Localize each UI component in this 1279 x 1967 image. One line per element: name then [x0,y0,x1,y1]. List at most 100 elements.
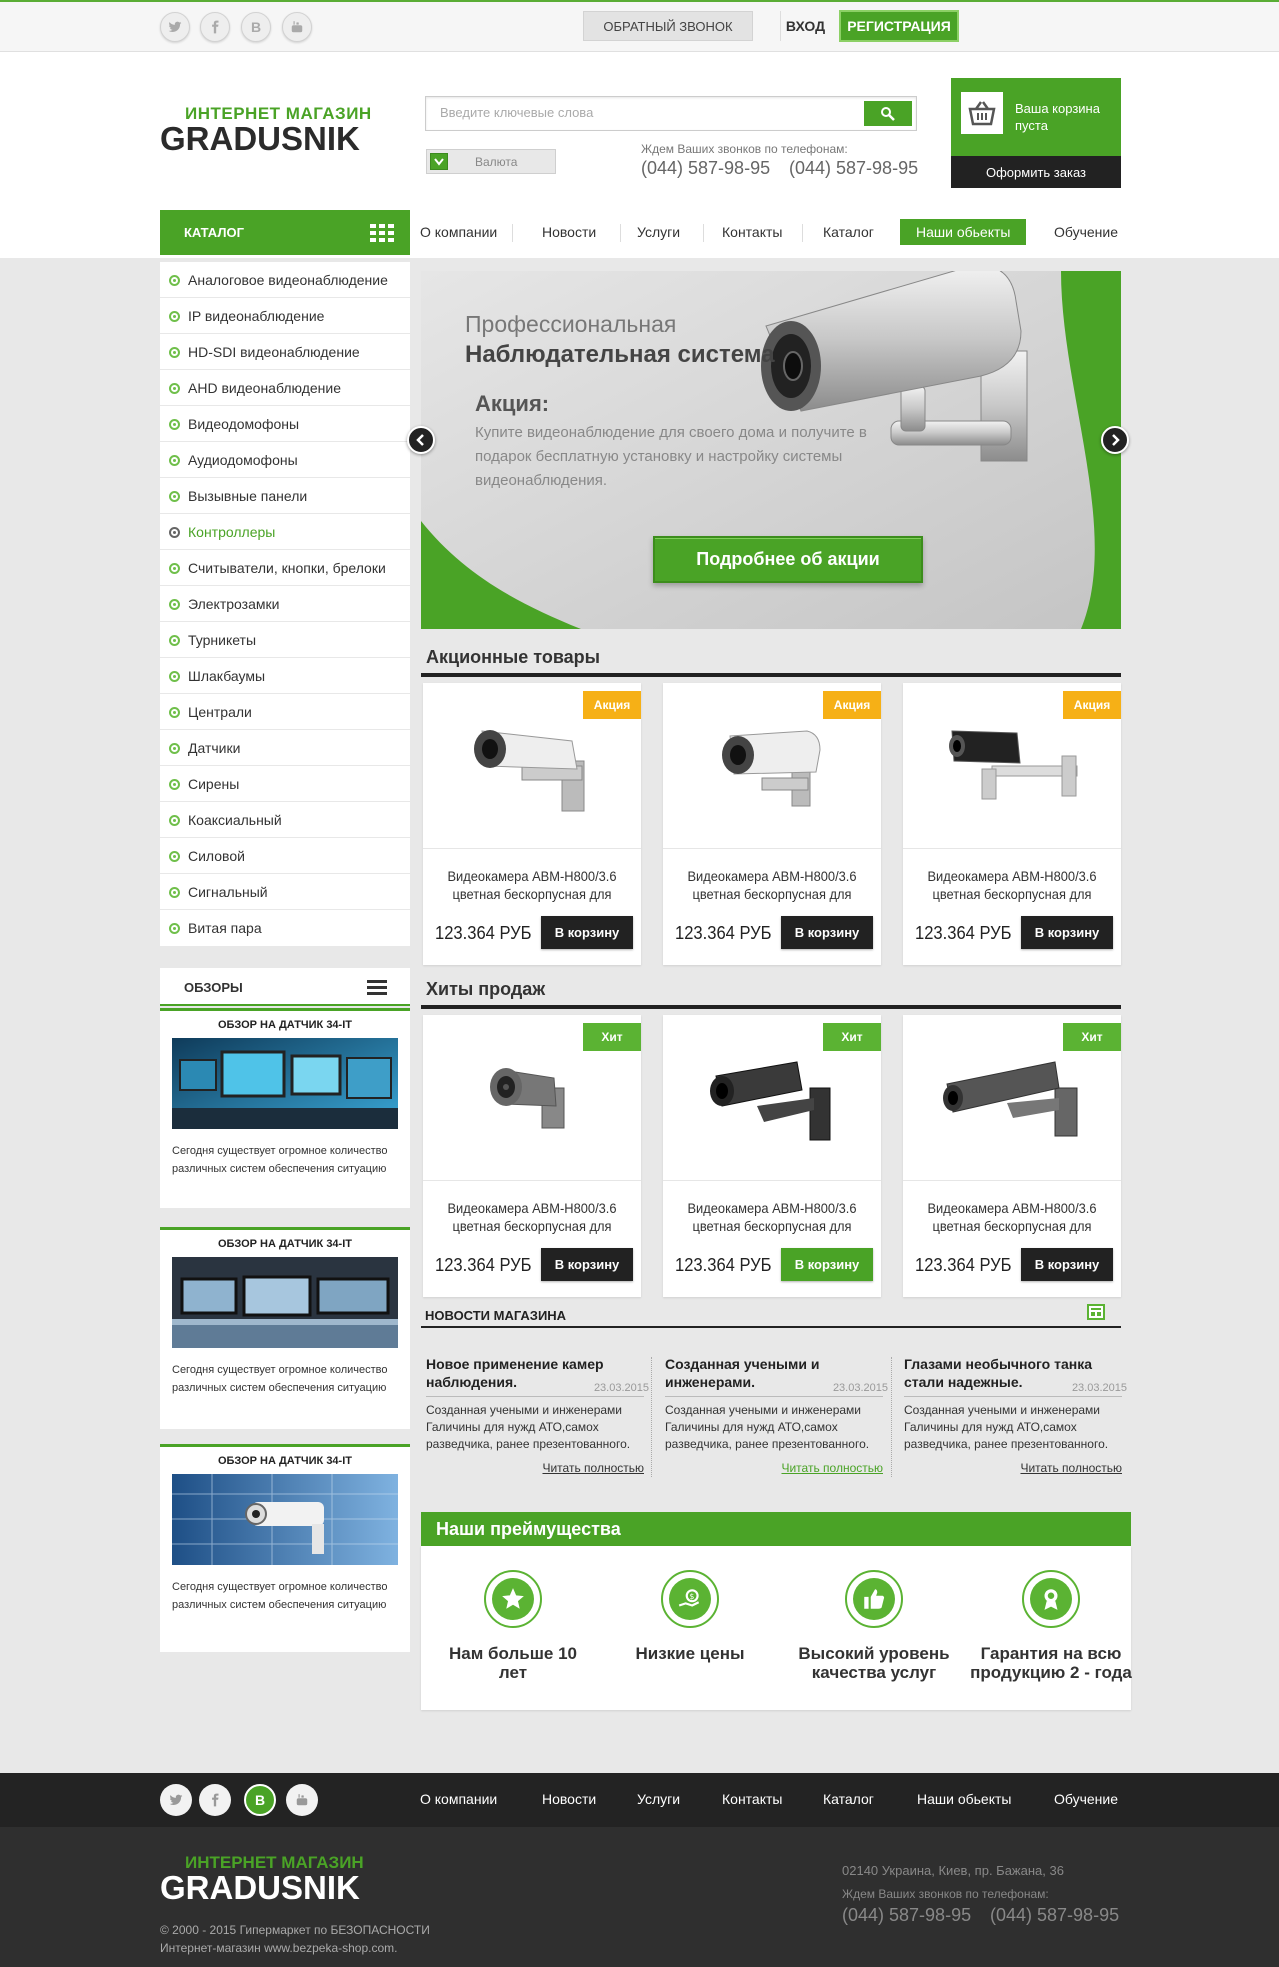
product-image [903,1023,1121,1173]
catalog-header[interactable]: КАТАЛОГ [160,210,410,255]
category-item[interactable]: HD-SDI видеонаблюдение [160,334,410,370]
category-item[interactable]: Сирены [160,766,410,802]
product-image [663,691,881,841]
section-title: Акционные товары [426,647,601,667]
phones-caption: Ждем Ваших звонков по телефонам: [641,142,848,156]
add-to-cart-button[interactable]: В корзину [1021,1248,1113,1281]
category-item[interactable]: Витая пара [160,910,410,946]
review-card[interactable]: ОБЗОР НА ДАТЧИК 34-IT Сегодня существует… [160,1444,410,1652]
cart-widget[interactable]: Ваша корзина пуста Оформить заказ [951,78,1121,188]
product-card[interactable]: Хит Видеокамера ABM-H800/3.6 цветная бес… [903,1015,1121,1297]
product-name[interactable]: Видеокамера ABM-H800/3.6 цветная бескорп… [441,867,623,903]
product-name[interactable]: Видеокамера ABM-H800/3.6 цветная бескорп… [681,867,863,903]
product-card[interactable]: Хит Видеокамера ABM-H800/3.6 цветная бес… [663,1015,881,1297]
add-to-cart-button[interactable]: В корзину [781,1248,873,1281]
product-name[interactable]: Видеокамера ABM-H800/3.6 цветная бескорп… [681,1199,863,1235]
category-item[interactable]: Вызывные панели [160,478,410,514]
search-input[interactable] [440,105,840,120]
read-more-link[interactable]: Читать полностью [1020,1461,1122,1475]
advantage-item: Нам больше 10 лет [433,1570,593,1682]
chevron-right-icon[interactable] [1101,426,1129,454]
nav-item-training[interactable]: Обучение [1054,219,1118,245]
checkout-button[interactable]: Оформить заказ [951,156,1121,188]
add-to-cart-button[interactable]: В корзину [1021,916,1113,949]
footer-nav-item[interactable]: Наши обьекты [917,1791,1011,1807]
nav-item-news[interactable]: Новости [542,219,596,245]
category-item[interactable]: Коаксиальный [160,802,410,838]
menu-icon[interactable] [367,980,387,996]
category-item[interactable]: AHD видеонаблюдение [160,370,410,406]
footer-logo[interactable]: GRADUSNIK [160,1869,360,1907]
product-card[interactable]: Акция Видеокамера ABM-H800/3.6 цветная б… [423,683,641,965]
advantage-text: Высокий уровень качества услуг [798,1644,950,1682]
product-name[interactable]: Видеокамера ABM-H800/3.6 цветная бескорп… [921,867,1103,903]
category-item[interactable]: IP видеонаблюдение [160,298,410,334]
product-card[interactable]: Акция Видеокамера ABM-H800/3.6 цветная б… [663,683,881,965]
product-card[interactable]: Акция Видеокамера ABM-H800/3.6 цветная б… [903,683,1121,965]
section-title: Хиты продаж [426,979,546,999]
footer-nav-item[interactable]: Обучение [1054,1791,1118,1807]
promo-details-button[interactable]: Подробнее об акции [653,536,923,583]
footer-nav-item[interactable]: Услуги [637,1791,680,1807]
add-to-cart-button[interactable]: В корзину [541,916,633,949]
category-item[interactable]: Аудиодомофоны [160,442,410,478]
youtube-icon[interactable] [286,1784,318,1816]
category-item[interactable]: Электрозамки [160,586,410,622]
logo[interactable]: GRADUSNIK [160,120,360,158]
advantage-item: Гарантия на всю продукцию 2 - года [963,1570,1139,1682]
advantages-title: Наши преймущества [436,1519,621,1539]
facebook-icon[interactable] [199,1784,231,1816]
category-item[interactable]: Датчики [160,730,410,766]
promo-banner: Профессиональная Наблюдательная система … [421,271,1121,629]
phone-number: (044) 587-98-95 [641,158,771,178]
product-card[interactable]: Хит Видеокамера ABM-H800/3.6 цветная бес… [423,1015,641,1297]
nav-item-about[interactable]: О компании [420,219,497,245]
currency-label: Валюта [475,155,518,169]
review-card[interactable]: ОБЗОР НА ДАТЧИК 34-IT Сегодня существует… [160,1008,410,1208]
category-item[interactable]: Сигнальный [160,874,410,910]
nav-item-our-objects[interactable]: Наши обьекты [900,219,1027,245]
footer-nav-item[interactable]: О компании [420,1791,497,1807]
read-more-link[interactable]: Читать полностью [542,1461,644,1475]
review-title[interactable]: ОБЗОР НА ДАТЧИК 34-IT [160,1238,410,1250]
nav-item-services[interactable]: Услуги [637,219,680,245]
twitter-icon[interactable] [160,1784,192,1816]
advantages-panel: Нам больше 10 лет $ Низкие цены Высокий … [421,1546,1132,1710]
promo-title: Акция: [475,391,550,416]
category-item[interactable]: Считыватели, кнопки, брелоки [160,550,410,586]
banner-title: Наблюдательная система [465,341,775,368]
nav-item-catalog[interactable]: Каталог [823,219,874,245]
thumbs-up-icon [853,1578,895,1620]
footer-nav-item[interactable]: Новости [542,1791,596,1807]
review-card[interactable]: ОБЗОР НА ДАТЧИК 34-IT Сегодня существует… [160,1227,410,1429]
product-price: 123.364 РУБ [915,1255,1012,1275]
product-name[interactable]: Видеокамера ABM-H800/3.6 цветная бескорп… [441,1199,623,1235]
vk-icon[interactable]: B [244,1784,276,1816]
rss-icon[interactable] [1087,1304,1105,1320]
product-price: 123.364 РУБ [675,1255,772,1275]
phone-number: (044) 587-98-95 [842,1905,972,1925]
category-item-active[interactable]: Контроллеры [160,514,410,550]
product-name[interactable]: Видеокамера ABM-H800/3.6 цветная бескорп… [921,1199,1103,1235]
review-title[interactable]: ОБЗОР НА ДАТЧИК 34-IT [160,1455,410,1467]
category-item[interactable]: Аналоговое видеонаблюдение [160,262,410,298]
category-item[interactable]: Шлакбаумы [160,658,410,694]
category-item[interactable]: Турникеты [160,622,410,658]
footer-nav-item[interactable]: Контакты [722,1791,782,1807]
add-to-cart-button[interactable]: В корзину [781,916,873,949]
review-title[interactable]: ОБЗОР НА ДАТЧИК 34-IT [160,1019,410,1031]
review-text: Сегодня существует огромное количество р… [172,1145,388,1175]
category-item[interactable]: Централи [160,694,410,730]
category-list: Аналоговое видеонаблюдение IP видеонаблю… [160,262,410,946]
news-text: Созданная учеными и инженерами Галичины … [426,1403,631,1451]
nav-item-contacts[interactable]: Контакты [722,219,782,245]
search-button[interactable] [864,101,912,126]
chevron-left-icon[interactable] [407,426,435,454]
read-more-link[interactable]: Читать полностью [781,1461,883,1475]
category-item[interactable]: Силовой [160,838,410,874]
add-to-cart-button[interactable]: В корзину [541,1248,633,1281]
category-item[interactable]: Видеодомофоны [160,406,410,442]
currency-select[interactable]: Валюта [426,149,556,174]
svg-text:$: $ [689,1592,694,1601]
footer-nav-item[interactable]: Каталог [823,1791,874,1807]
